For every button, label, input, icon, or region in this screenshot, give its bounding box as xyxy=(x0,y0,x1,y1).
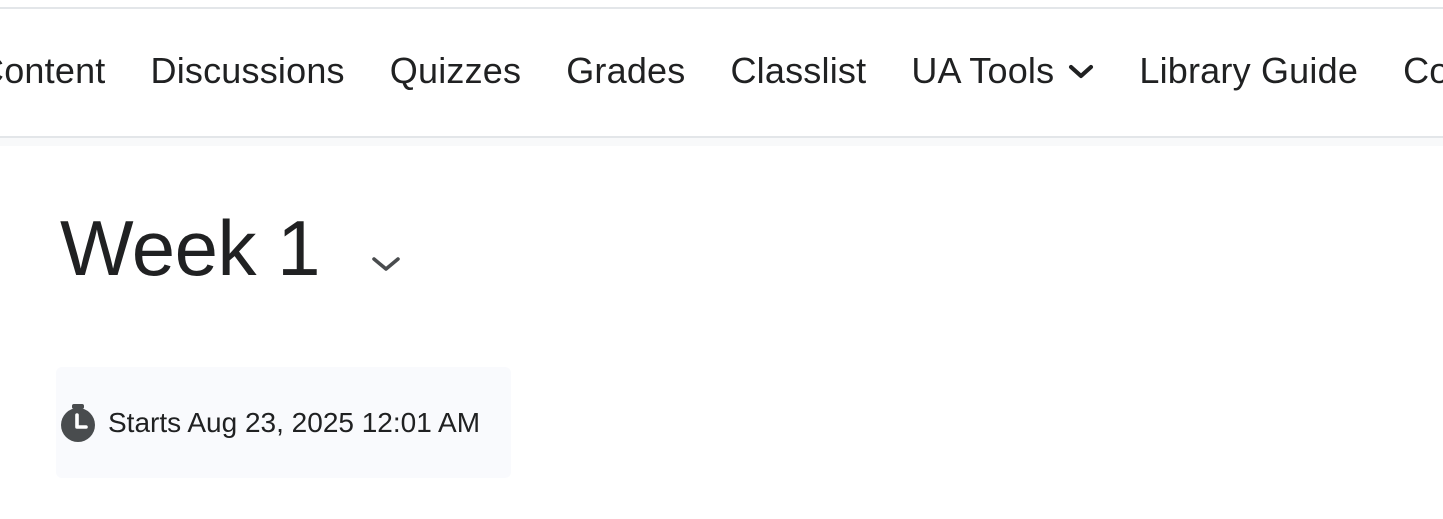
navbar-shadow xyxy=(0,138,1443,146)
chevron-down-icon[interactable] xyxy=(368,245,404,281)
nav-item-label: Course xyxy=(1403,50,1443,91)
module-header: Week 1 xyxy=(60,200,404,296)
nav-item-label: Grades xyxy=(566,50,686,91)
clock-icon xyxy=(60,403,96,443)
nav-item-ua-tools[interactable]: UA Tools xyxy=(911,50,1094,92)
nav-item-quizzes[interactable]: Quizzes xyxy=(390,50,521,92)
nav-item-label: Discussions xyxy=(150,50,345,91)
nav-item-label: Quizzes xyxy=(389,50,522,91)
course-navbar: Content Discussions Quizzes Grades Class… xyxy=(0,9,1443,138)
nav-item-label: Classlist xyxy=(730,50,867,91)
nav-item-label: Library Guide xyxy=(1139,50,1359,91)
availability-panel: Starts Aug 23, 2025 12:01 AM xyxy=(56,367,511,478)
chevron-down-icon xyxy=(1068,62,1094,80)
nav-item-library-guide[interactable]: Library Guide xyxy=(1139,50,1358,92)
nav-item-grades[interactable]: Grades xyxy=(566,50,685,92)
navbar-items: Content Discussions Quizzes Grades Class… xyxy=(0,9,1443,133)
nav-item-label: Content xyxy=(0,50,106,91)
nav-item-content[interactable]: Content xyxy=(0,50,106,92)
availability-text: Starts Aug 23, 2025 12:01 AM xyxy=(108,406,481,438)
nav-item-discussions[interactable]: Discussions xyxy=(151,50,345,92)
nav-item-label: UA Tools xyxy=(911,50,1055,91)
nav-item-classlist[interactable]: Classlist xyxy=(730,50,866,92)
nav-item-course[interactable]: Course xyxy=(1403,50,1443,92)
page-title: Week 1 xyxy=(60,204,321,292)
